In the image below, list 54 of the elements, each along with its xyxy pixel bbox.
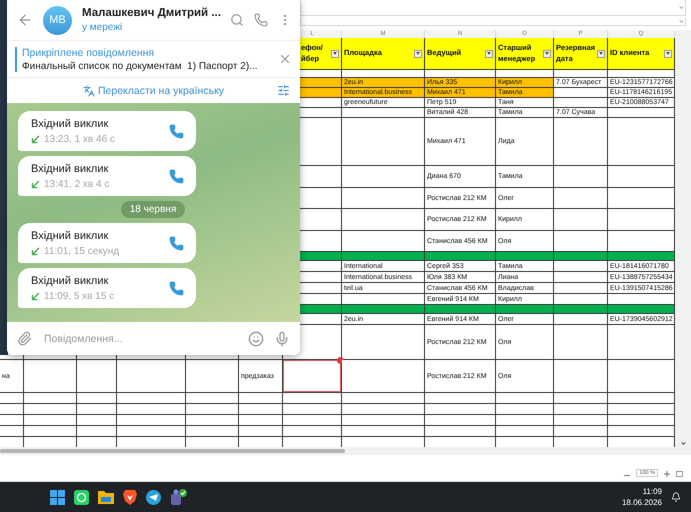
windows-start-icon[interactable] [50,490,65,504]
taskbar-date[interactable]: 18.06.2026 [622,497,662,508]
fullscreen-icon[interactable] [676,471,683,477]
filter-button[interactable] [597,50,605,58]
filter-button[interactable] [414,50,422,58]
date-separator: 18 червня [120,201,186,218]
vertical-scrollbar[interactable] [675,30,691,447]
call-title: Вхідний виклик [31,274,110,286]
chat-app-icon[interactable] [74,490,89,504]
phone-icon[interactable] [169,236,184,250]
call-detail: 11:09, 5 хв 15 с [44,290,114,302]
call-title: Вхідний виклик [31,162,110,174]
call-title: Вхідний виклик [31,118,110,130]
translate-icon[interactable] [82,84,95,96]
lion-shield-icon[interactable] [123,490,137,504]
microphone-icon[interactable] [274,330,290,346]
sliders-icon[interactable] [277,84,290,97]
back-icon[interactable] [17,12,33,28]
close-icon[interactable] [278,52,292,66]
taskbar-time[interactable]: 11:09 [642,486,662,497]
phone-icon[interactable] [169,168,184,184]
filter-button[interactable] [331,50,339,58]
filter-button[interactable] [485,50,493,58]
phone-icon[interactable] [254,13,268,27]
contact-status: у мережі [82,22,124,33]
phone-icon[interactable] [169,124,184,138]
horizontal-scrollbar[interactable] [0,447,691,455]
paper-plane-icon[interactable] [146,490,161,504]
notification-icon[interactable] [671,492,681,502]
team-app-icon[interactable] [170,488,187,506]
call-bubble[interactable]: Вхідний виклик 13:41, 2 хв 4 с [18,156,196,196]
call-title: Вхідний виклик [31,230,110,242]
paperclip-icon[interactable] [17,331,32,346]
pinned-message[interactable]: Финальный список по документам 1) Паспорт 2)... [22,60,278,72]
call-bubble[interactable]: Вхідний виклик 11:09, 5 хв 15 с [18,268,196,308]
incoming-arrow-icon [31,246,40,256]
incoming-arrow-icon [31,292,40,300]
contact-name[interactable]: Малашкевич Дмитрий ... [82,7,220,19]
call-detail: 11:01, 15 секунд [44,246,120,256]
call-detail: 13:23, 1 хв 46 с [44,134,115,144]
incoming-arrow-icon [31,134,40,144]
call-bubble[interactable]: Вхідний виклик 13:23, 1 хв 46 с [18,111,196,151]
call-detail: 13:41, 2 хв 4 с [44,178,110,190]
selected-cell[interactable] [283,360,342,393]
zoom-in-icon[interactable] [664,471,670,477]
incoming-arrow-icon [31,180,40,188]
phone-icon[interactable] [169,280,184,296]
filter-button[interactable] [543,50,551,58]
emoji-icon[interactable] [248,330,264,346]
folder-icon[interactable] [98,490,114,504]
filter-button[interactable] [664,50,672,58]
search-icon[interactable] [230,13,244,27]
chevron-icon[interactable] [680,440,686,447]
call-bubble[interactable]: Вхідний виклик 11:01, 15 секунд [18,223,196,263]
